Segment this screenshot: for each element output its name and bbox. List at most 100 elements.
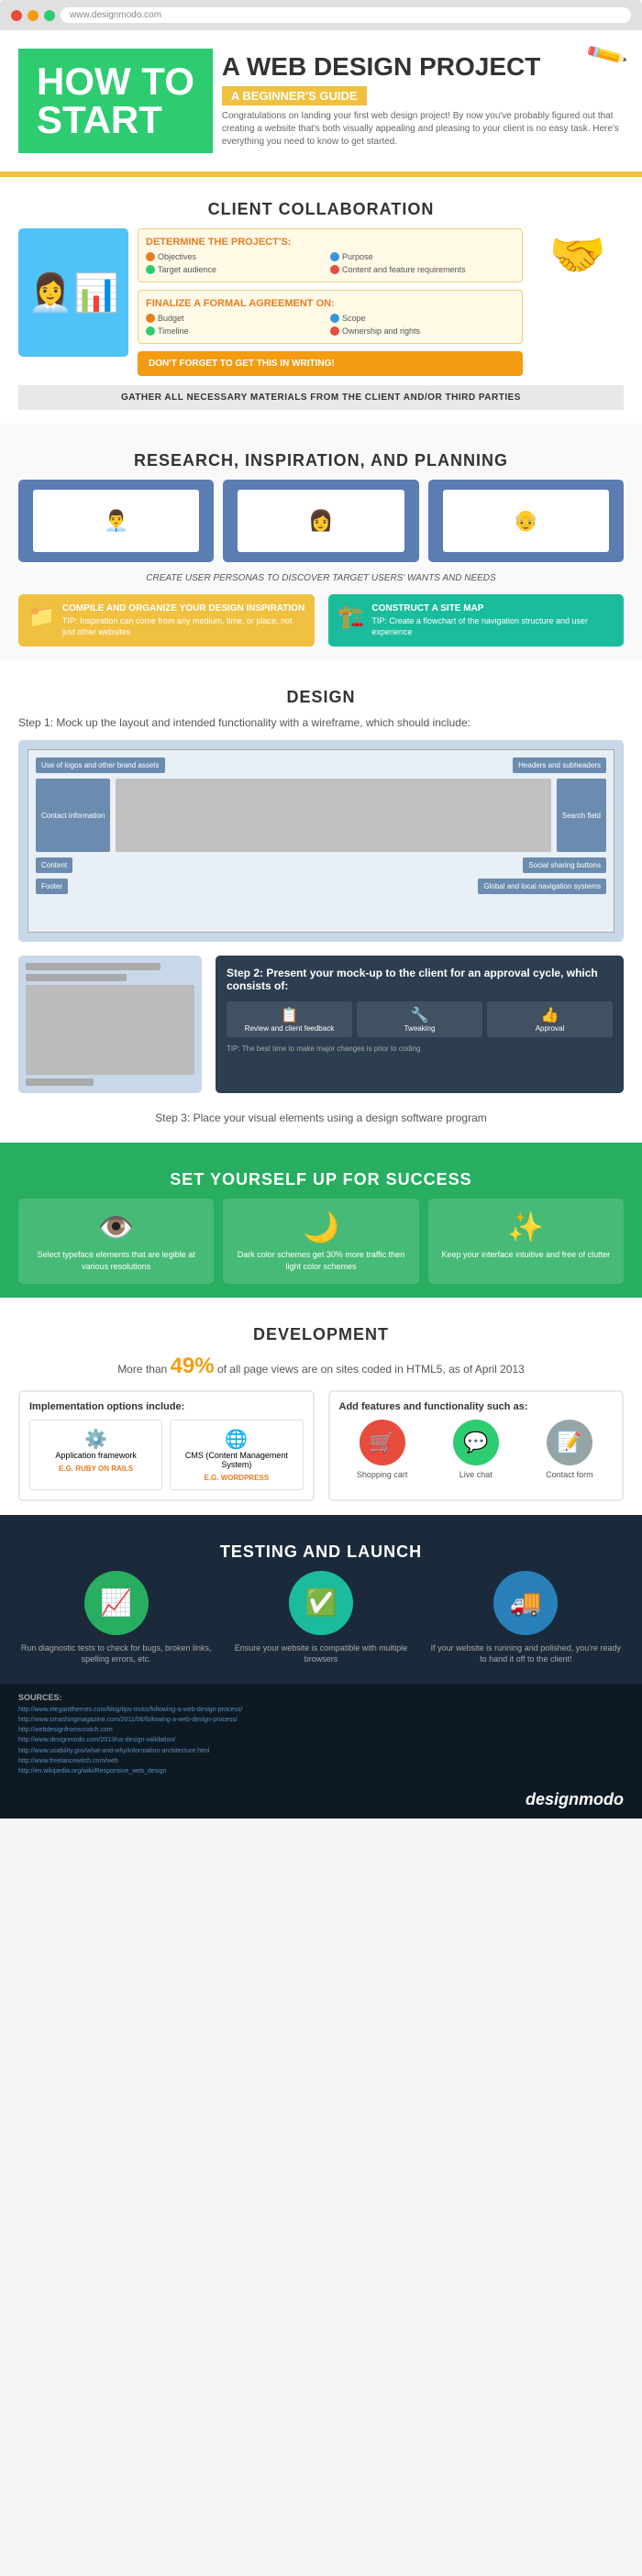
- wf-center-block: [116, 779, 550, 852]
- wf-row-1: Use of logos and other brand assets Head…: [36, 757, 606, 773]
- review-icon: 📋: [231, 1006, 348, 1024]
- research-card-sitemap-text: CONSTRUCT A SITE MAP TIP: Create a flowc…: [371, 603, 614, 637]
- screen-inner-2: 👩: [238, 490, 404, 552]
- testing-card2-text: Ensure your website is compatible with m…: [223, 1642, 418, 1665]
- wf-label-social: Social sharing buttons: [523, 857, 606, 873]
- client-collab-section: CLIENT COLLABORATION 👩‍💼📊 DETERMINE THE …: [0, 177, 642, 424]
- success-card-intuitive: ✨ Keep your interface intuitive and free…: [428, 1199, 624, 1283]
- dev-stat: More than 49% of all page views are on s…: [18, 1354, 624, 1379]
- browser-close-btn[interactable]: [11, 10, 22, 21]
- source-link-7[interactable]: http://en.wikipedia.org/wiki/Responsive_…: [18, 1766, 624, 1776]
- research-section: RESEARCH, INSPIRATION, AND PLANNING 👨‍💼 …: [0, 424, 642, 660]
- persona-screen-1: 👨‍💼: [18, 480, 214, 562]
- client-collab-title: CLIENT COLLABORATION: [18, 186, 624, 228]
- gather-text: GATHER ALL NECESSARY MATERIALS FROM THE …: [18, 385, 624, 410]
- impl-item1-eg: e.g. RUBY ON RAILS: [38, 1465, 154, 1473]
- source-link-2[interactable]: http://www.smashingmagazine.com/2011/06/…: [18, 1715, 624, 1725]
- dot-scope: [330, 314, 339, 323]
- framework-icon: ⚙️: [38, 1428, 154, 1451]
- source-link-3[interactable]: http://webdesignfromscratch.com: [18, 1725, 624, 1735]
- brand-footer: designmodo: [0, 1786, 642, 1819]
- url-bar[interactable]: www.designmodo.com: [61, 7, 631, 23]
- research-card-inspiration-text: COMPILE AND ORGANIZE YOUR DESIGN INSPIRA…: [62, 603, 305, 637]
- wf-spacer-2: [78, 857, 517, 873]
- source-link-4[interactable]: http://www.designmodo.com/2013/ux-design…: [18, 1735, 624, 1745]
- testing-card1-text: Run diagnostic tests to check for bugs, …: [18, 1642, 214, 1665]
- design-section: DESIGN Step 1: Mock up the layout and in…: [0, 660, 642, 1143]
- persona-screen-2: 👩: [223, 480, 418, 562]
- step2-mockup: [18, 956, 202, 1093]
- collab-item-scope: Scope: [330, 314, 511, 323]
- wf-row-4: Footer Global and local navigation syste…: [36, 879, 606, 894]
- launch-icon: 🚚: [493, 1571, 558, 1635]
- header-section: HOW TO START A WEB DESIGN PROJECT A BEGI…: [0, 30, 642, 174]
- wf-spacer-1: [171, 757, 508, 773]
- header-how-to-start: HOW TO START: [18, 49, 213, 153]
- collab-item-content: Content and feature requirements: [330, 265, 511, 274]
- sources-title: SOURCES:: [18, 1693, 624, 1702]
- collab-item-ownership: Ownership and rights: [330, 326, 511, 336]
- browser-minimize-btn[interactable]: [28, 10, 39, 21]
- collab-right-figure: 🤝: [532, 228, 624, 282]
- collab-item-timeline: Timeline: [146, 326, 327, 336]
- success-card3-text: Keep your interface intuitive and free o…: [439, 1249, 613, 1261]
- source-link-5[interactable]: http://www.usability.gov/what-and-why/in…: [18, 1746, 624, 1756]
- dev-features-title: Add features and functionality such as:: [339, 1401, 614, 1412]
- dev-feature-form: 📝 Contact form: [526, 1420, 613, 1479]
- wf-label-content: Content: [36, 857, 72, 873]
- dev-stat-text: More than: [117, 1363, 167, 1376]
- step2-container: Step 2: Present your mock-up to the clie…: [18, 956, 624, 1093]
- collab-illustration: 👩‍💼📊: [18, 228, 128, 357]
- step2-title: Step 2: Present your mock-up to the clie…: [227, 967, 613, 992]
- persona-screens: 👨‍💼 👩 👴: [18, 480, 624, 562]
- screen-inner-3: 👴: [443, 490, 609, 552]
- collab-item-objectives: Objectives: [146, 252, 327, 261]
- dev-feature-cart: 🛒 Shopping cart: [339, 1420, 426, 1479]
- approval-icon: 👍: [492, 1006, 608, 1024]
- dot-content: [330, 265, 339, 274]
- research-bottom: 📁 COMPILE AND ORGANIZE YOUR DESIGN INSPI…: [18, 594, 624, 647]
- success-card2-text: Dark color schemes get 30% more traffic …: [234, 1249, 407, 1272]
- feature1-label: Shopping cart: [339, 1470, 426, 1479]
- collab-box-2: FINALIZE A FORMAL AGREEMENT ON: Budget S…: [138, 290, 523, 344]
- box1-items: Objectives Purpose Target audience Conte…: [146, 252, 515, 274]
- wf-row-2: Contact information Search field: [36, 779, 606, 852]
- dev-stat-number: 49%: [171, 1354, 215, 1378]
- collab-box-1: DETERMINE THE PROJECT'S: Objectives Purp…: [138, 228, 523, 282]
- success-card1-text: Select typeface elements that are legibl…: [29, 1249, 203, 1272]
- folder-icon: 📁: [28, 603, 55, 630]
- collab-item-target: Target audience: [146, 265, 327, 274]
- dot-timeline: [146, 326, 155, 336]
- source-link-6[interactable]: http://www.freelancewitch.com/web: [18, 1756, 624, 1766]
- cms-icon: 🌐: [178, 1428, 294, 1451]
- dev-impl-box: Implementation options include: ⚙️ Appli…: [18, 1390, 315, 1501]
- browser-chrome: www.designmodo.com: [0, 0, 642, 30]
- dot-ownership: [330, 326, 339, 336]
- moon-icon: 🌙: [234, 1210, 407, 1244]
- step2-info: Step 2: Present your mock-up to the clie…: [216, 956, 624, 1093]
- step2-step-approval: 👍 Approval: [487, 1001, 613, 1037]
- dev-impl-item-framework: ⚙️ Application framework e.g. RUBY ON RA…: [29, 1420, 162, 1490]
- browser-maximize-btn[interactable]: [44, 10, 55, 21]
- wf-label-navigation: Global and local navigation systems: [478, 879, 606, 894]
- brand-name: designmodo: [526, 1790, 624, 1808]
- dont-forget-notice: DON'T FORGET to get this in writing!: [138, 351, 523, 376]
- impl-item1-label: Application framework: [38, 1451, 154, 1460]
- wf-label-headers: Headers and subheaders: [513, 757, 606, 773]
- persona-screen-3: 👴: [428, 480, 624, 562]
- testing-card3-text: If your website is running and polished,…: [428, 1642, 624, 1665]
- header-title: A WEB DESIGN PROJECT: [222, 53, 624, 82]
- dot-purpose: [330, 252, 339, 261]
- feature2-label: Live chat: [433, 1470, 519, 1479]
- collab-item-budget: Budget: [146, 314, 327, 323]
- wf-label-footer: Footer: [36, 879, 68, 894]
- testing-section: TESTING AND LAUNCH 📈 Run diagnostic test…: [0, 1515, 642, 1684]
- persona-label: CREATE USER PERSONAS TO DISCOVER TARGET …: [18, 573, 624, 583]
- card2-tip: TIP: Create a flowchart of the navigatio…: [371, 616, 614, 637]
- step2-line-2: [26, 974, 127, 981]
- wf-row-3: Content Social sharing buttons: [36, 857, 606, 873]
- design-title: DESIGN: [18, 674, 624, 716]
- header-start: START: [37, 101, 194, 139]
- step2-review-label: Review and client feedback: [231, 1024, 348, 1033]
- source-link-1[interactable]: http://www.elegantthemes.com/blog/tips-t…: [18, 1705, 624, 1715]
